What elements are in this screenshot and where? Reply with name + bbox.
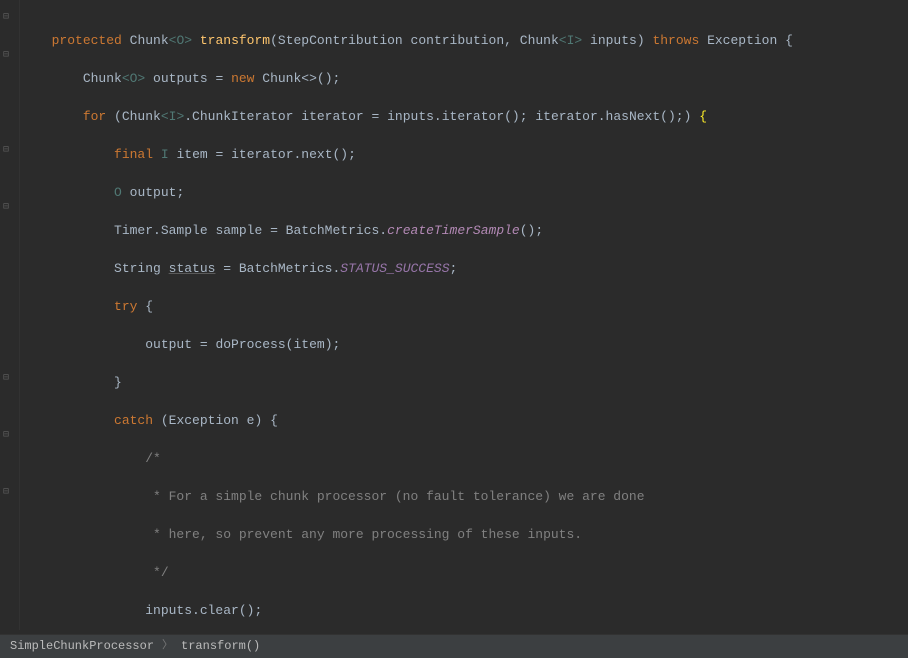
breadcrumb-class[interactable]: SimpleChunkProcessor: [10, 637, 154, 656]
code-line[interactable]: for (Chunk<I>.ChunkIterator iterator = i…: [20, 107, 908, 126]
breadcrumbs-bar[interactable]: SimpleChunkProcessor 〉 transform(): [0, 634, 908, 658]
code-line[interactable]: }: [20, 373, 908, 392]
code-line[interactable]: /*: [20, 449, 908, 468]
code-line[interactable]: try {: [20, 297, 908, 316]
code-line[interactable]: * here, so prevent any more processing o…: [20, 525, 908, 544]
code-line[interactable]: * For a simple chunk processor (no fault…: [20, 487, 908, 506]
fold-marker[interactable]: ⊟: [3, 203, 15, 213]
fold-marker[interactable]: ⊟: [3, 13, 15, 23]
code-line[interactable]: String status = BatchMetrics.STATUS_SUCC…: [20, 259, 908, 278]
code-content[interactable]: protected Chunk<O> transform(StepContrib…: [20, 0, 908, 630]
code-line[interactable]: final I item = iterator.next();: [20, 145, 908, 164]
fold-marker[interactable]: ⊟: [3, 146, 15, 156]
fold-marker[interactable]: ⊟: [3, 374, 15, 384]
code-line[interactable]: Timer.Sample sample = BatchMetrics.creat…: [20, 221, 908, 240]
code-line[interactable]: output = doProcess(item);: [20, 335, 908, 354]
fold-marker[interactable]: ⊟: [3, 431, 15, 441]
code-line[interactable]: Chunk<O> outputs = new Chunk<>();: [20, 69, 908, 88]
gutter: ⊟ ⊟ ⊟ ⊟ ⊟ ⊟ ⊟: [0, 0, 20, 630]
breadcrumb-separator-icon: 〉: [162, 637, 173, 656]
code-line[interactable]: */: [20, 563, 908, 582]
fold-marker[interactable]: ⊟: [3, 51, 15, 61]
code-line[interactable]: O output;: [20, 183, 908, 202]
code-line[interactable]: protected Chunk<O> transform(StepContrib…: [20, 31, 908, 50]
code-line[interactable]: catch (Exception e) {: [20, 411, 908, 430]
code-editor[interactable]: ⊟ ⊟ ⊟ ⊟ ⊟ ⊟ ⊟ protected Chunk<O> transfo…: [0, 0, 908, 630]
fold-marker[interactable]: ⊟: [3, 488, 15, 498]
breadcrumb-method[interactable]: transform(): [181, 637, 260, 656]
code-line[interactable]: inputs.clear();: [20, 601, 908, 620]
